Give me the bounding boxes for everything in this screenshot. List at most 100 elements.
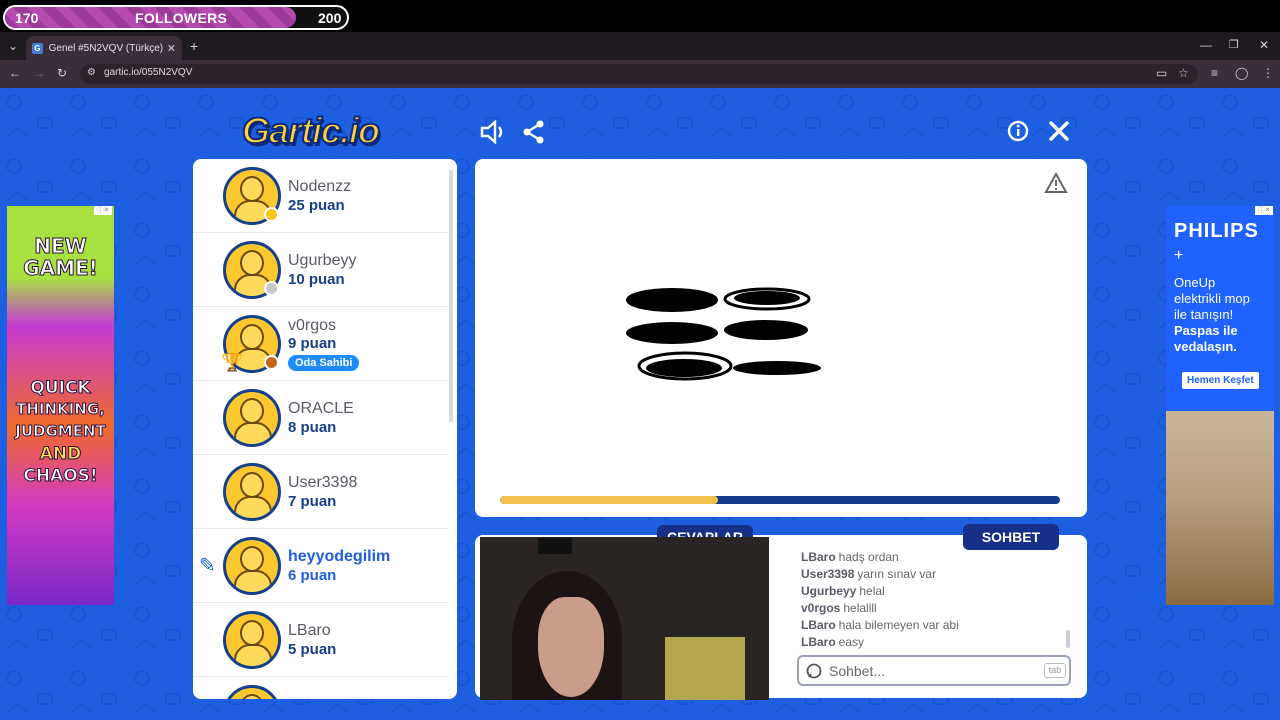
player-avatar [223, 611, 281, 669]
player-row[interactable]: User3398 7 puan [193, 455, 449, 529]
tab-key-hint: tab [1044, 663, 1066, 678]
browser-tab[interactable]: G Genel #5N2VQV (Türkçe) - Gar ✕ [26, 36, 182, 60]
player-score: 7 puan [288, 493, 337, 510]
info-icon[interactable] [1007, 120, 1029, 142]
ad-left-line: NEW [34, 234, 87, 259]
gartic-favicon-icon: G [32, 42, 43, 54]
share-icon[interactable] [522, 120, 546, 144]
window-close-icon[interactable]: ✕ [1259, 38, 1269, 52]
chat-message-text: easy [838, 635, 865, 649]
tab-list-icon[interactable]: ⌄ [8, 39, 18, 53]
player-row[interactable]: LBaro 5 puan [193, 603, 449, 677]
followers-goal-bar: 170 FOLLOWERS 200 [3, 5, 349, 30]
site-info-icon[interactable]: ⚙ [87, 67, 96, 78]
player-row[interactable]: Nodenzz 25 puan [193, 159, 449, 233]
pencil-icon: ✎ [199, 555, 216, 577]
followers-goal: 200 [318, 10, 342, 26]
status-dot [264, 355, 279, 370]
player-score: 8 puan [288, 419, 337, 436]
ad-left-line: THINKING, [16, 400, 106, 419]
chat-message-user: LBaro [801, 635, 836, 649]
ad-copy: ile tanışın! [1174, 307, 1234, 322]
player-score: 25 puan [288, 197, 345, 214]
player-name: ORACLE [288, 400, 354, 417]
followers-current: 170 [15, 10, 39, 26]
ad-choices-icon[interactable]: ⓘ✕ [1255, 206, 1273, 215]
chat-message-text: hadş ordan [838, 550, 899, 564]
room-owner-badge: Oda Sahibi [288, 355, 360, 371]
chat-input[interactable] [829, 662, 1029, 680]
player-name: Nodenzz [288, 178, 352, 195]
player-avatar [223, 537, 281, 595]
minimize-icon[interactable]: — [1200, 38, 1212, 52]
gartic-logo[interactable]: Gartic.io [241, 109, 381, 152]
profile-icon[interactable]: ◯ [1235, 66, 1248, 80]
chat-message: LBaro easy [801, 635, 864, 649]
chat-message: LBaro hala bilemeyen var abi [801, 618, 959, 632]
player-name: User3398 [288, 474, 358, 491]
ad-brand: PHILIPS [1174, 220, 1259, 242]
restore-icon[interactable]: ❐ [1229, 38, 1239, 51]
address-bar[interactable] [80, 64, 1198, 84]
chat-message-user: LBaro [801, 618, 836, 632]
player-list-scrollbar[interactable] [449, 170, 453, 422]
new-tab-icon[interactable]: + [190, 38, 198, 54]
player-score: 5 puan [288, 641, 337, 658]
bookmark-star-icon[interactable]: ☆ [1178, 66, 1189, 80]
ad-copy: OneUp [1174, 275, 1216, 290]
forward-icon[interactable]: → [33, 66, 45, 80]
right-ad-banner[interactable]: PHILIPS + OneUp elektrikli mop ile tanış… [1166, 206, 1274, 605]
player-name: LBaro [288, 622, 331, 639]
menu-icon[interactable]: ⋮ [1262, 66, 1274, 80]
close-icon[interactable]: ✕ [167, 42, 176, 55]
player-avatar [223, 685, 281, 699]
sparkle-icon: + [1174, 247, 1184, 264]
player-name: Ugurbeyy [288, 252, 357, 269]
chat-message-text: hala bilemeyen var abi [838, 618, 959, 632]
player-row-partial [193, 677, 449, 699]
chat-message: User3398 yarın sınav var [801, 567, 936, 581]
player-score: 10 puan [288, 271, 345, 288]
chat-message-text: helal [859, 584, 885, 598]
drawing-canvas[interactable] [475, 159, 1087, 517]
player-avatar [223, 389, 281, 447]
chat-input-box[interactable]: tab [797, 655, 1071, 686]
chat-message-user: v0rgos [801, 601, 841, 615]
player-row[interactable]: Ugurbeyy 10 puan [193, 233, 449, 307]
chat-message-text: yarın sınav var [857, 567, 937, 581]
chat-scrollbar[interactable] [1066, 630, 1070, 648]
chat-message: v0rgos helallll [801, 601, 877, 615]
reload-icon[interactable]: ↻ [57, 66, 67, 80]
player-score: 9 puan [288, 335, 337, 352]
player-row[interactable]: heyyodegilim 6 puan [193, 529, 449, 603]
ad-choices-icon[interactable]: ⓘ✕ [94, 206, 112, 215]
ad-copy: elektrikli mop [1174, 291, 1250, 306]
chat-message-user: LBaro [801, 550, 836, 564]
back-icon[interactable]: ← [9, 66, 21, 80]
report-warning-icon[interactable] [1044, 172, 1068, 194]
chat-bubble-icon [806, 663, 822, 679]
tab-chat[interactable]: SOHBET [963, 524, 1059, 550]
sound-icon[interactable] [480, 120, 506, 144]
chat-message: LBaro hadş ordan [801, 550, 899, 564]
left-ad-banner[interactable]: NEW GAME! QUICK THINKING, JUDGMENT AND C… [7, 206, 114, 605]
ad-photo [1166, 411, 1274, 605]
chat-message-user: Ugurbeyy [801, 584, 857, 598]
chat-message: Ugurbeyy helal [801, 584, 885, 598]
ad-left-line: AND [39, 444, 82, 465]
exit-icon[interactable] [1048, 120, 1070, 142]
player-name: heyyodegilim [288, 548, 391, 565]
ad-left-line: GAME! [23, 256, 99, 281]
url-text[interactable]: gartic.io/055N2VQV [104, 67, 192, 78]
drawing-strokes [626, 287, 821, 381]
player-score: 6 puan [288, 567, 337, 584]
extensions-icon[interactable]: ≡ [1211, 66, 1218, 80]
turn-timer-fill [500, 496, 719, 504]
cast-icon[interactable]: ▭ [1156, 66, 1167, 80]
followers-label: FOLLOWERS [135, 10, 228, 26]
ad-cta-button[interactable]: Hemen Keşfet [1182, 372, 1259, 389]
status-dot [264, 207, 279, 222]
player-row[interactable]: ORACLE 8 puan [193, 381, 449, 455]
ad-copy: Paspas ile [1174, 323, 1238, 338]
ad-left-line: CHAOS! [23, 466, 98, 487]
